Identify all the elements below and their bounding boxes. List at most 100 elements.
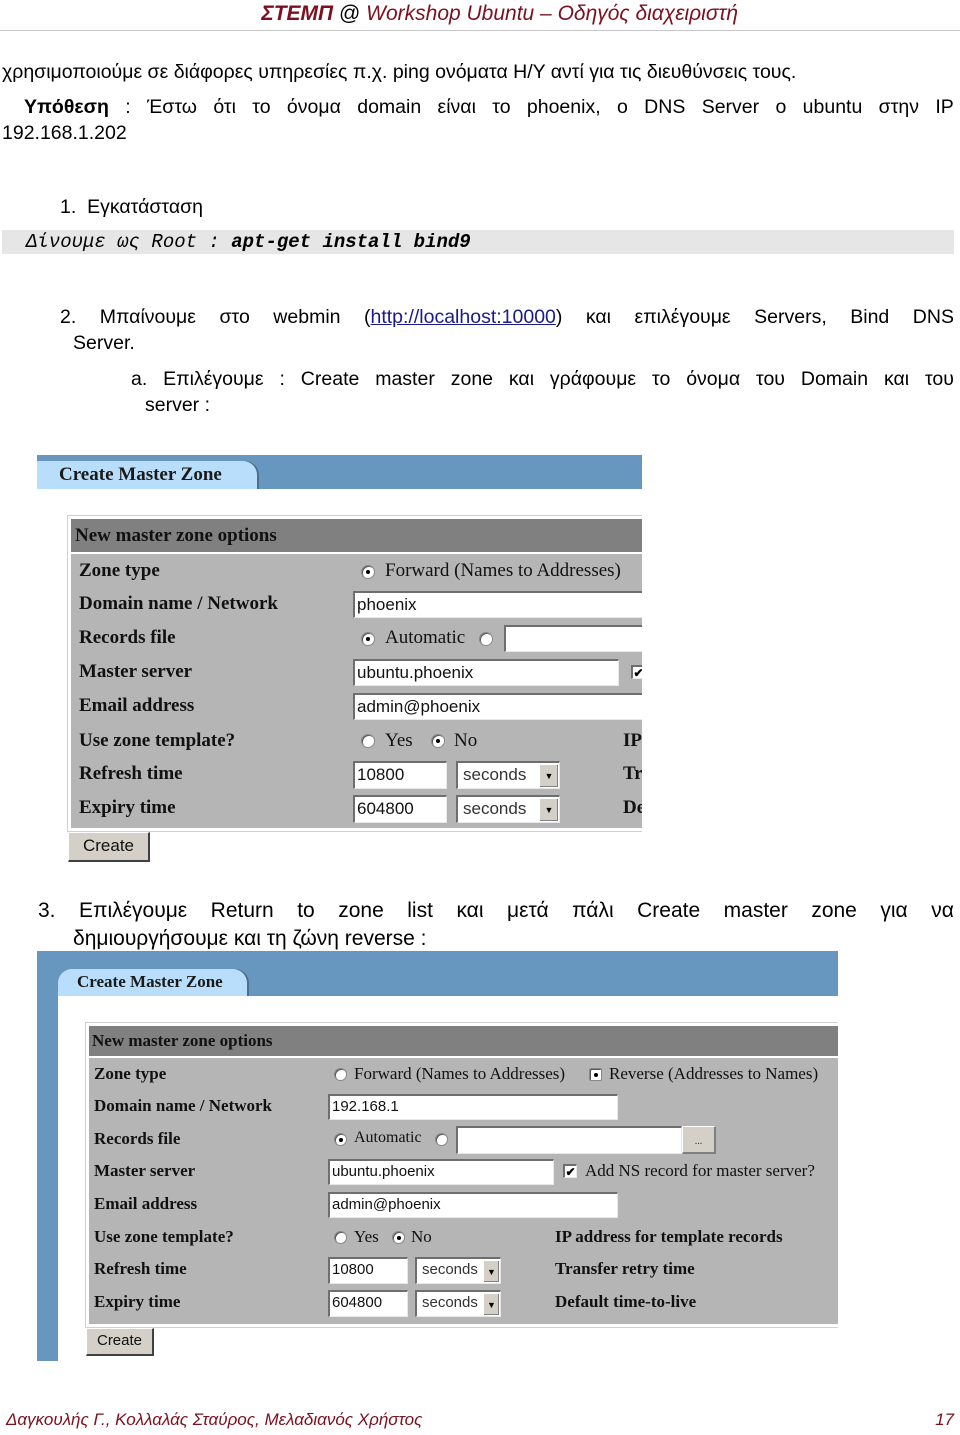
template-row: Use zone template? Yes No IP address for… <box>89 1221 838 1254</box>
refresh-unit-select[interactable]: seconds ▼ <box>415 1257 501 1284</box>
word: Domain <box>800 368 869 390</box>
section-title: New master zone options <box>92 1031 273 1050</box>
browse-button[interactable]: ... <box>682 1126 716 1154</box>
step2a-line1: a. Επιλέγουμε : Create master zone και γ… <box>131 366 954 392</box>
create-button[interactable]: Create <box>68 832 150 862</box>
webmin-link[interactable]: http://localhost:10000 <box>371 306 556 328</box>
zone-type-forward-label: Forward (Names to Addresses) <box>385 560 621 581</box>
page-header: ΣΤΕΜΠ @ Workshop Ubuntu – Οδηγός διαχειρ… <box>0 0 960 31</box>
email-input[interactable]: admin@phoenix <box>353 693 642 720</box>
zone-type-forward-radio[interactable] <box>334 1068 347 1081</box>
section-header: New master zone options <box>71 519 642 552</box>
chevron-down-icon: ▼ <box>483 1293 499 1315</box>
template-no-label: No <box>411 1227 432 1246</box>
page-footer: Δαγκουλής Γ., Κολλαλάς Σταύρος, Μελαδιαν… <box>0 1408 960 1432</box>
template-yes-radio[interactable] <box>334 1231 347 1244</box>
paren: ) <box>555 306 563 328</box>
word: στο <box>219 306 250 328</box>
domain-input[interactable]: phoenix <box>353 591 642 618</box>
word: στην <box>878 96 920 118</box>
word: Create <box>637 899 701 922</box>
refresh-unit-select[interactable]: seconds ▼ <box>456 761 560 789</box>
domain-label: Domain name / Network <box>94 1096 273 1115</box>
refresh-input[interactable]: 10800 <box>353 761 447 789</box>
master-server-input[interactable]: ubuntu.phoenix <box>353 659 619 686</box>
page-number: 17 <box>935 1410 954 1429</box>
word: to <box>297 899 315 922</box>
tab-create-master-zone[interactable]: Create Master Zone <box>58 969 247 996</box>
word: ο <box>775 96 787 118</box>
word: webmin <box>273 306 341 328</box>
word: και <box>585 306 612 328</box>
section-title: New master zone options <box>75 525 277 546</box>
transfer-retry-label: Tr <box>623 763 642 784</box>
word: ο <box>616 96 628 118</box>
expiry-row: Expiry time 604800 seconds ▼ De <box>71 792 642 826</box>
word: και <box>508 368 535 390</box>
chevron-down-icon: ▼ <box>539 764 558 787</box>
word: και <box>883 368 910 390</box>
word: μετά <box>507 899 549 922</box>
add-ns-checkbox[interactable]: ✔ <box>631 665 642 679</box>
email-label: Email address <box>94 1194 198 1213</box>
word: master <box>375 368 435 390</box>
step1-heading: 1. Εγκατάσταση <box>60 194 203 220</box>
create-button[interactable]: Create <box>86 1328 154 1356</box>
zone-options-panel: New master zone options Zone type Forwar… <box>67 515 642 832</box>
step2-line1: 2. Μπαίνουμε στο webmin (http://localhos… <box>60 304 954 330</box>
word: : <box>125 96 131 118</box>
email-input[interactable]: admin@phoenix <box>328 1192 618 1218</box>
hypothesis-ip: 192.168.1.202 <box>2 122 127 144</box>
records-file-custom-radio[interactable] <box>435 1133 448 1146</box>
tab-create-master-zone[interactable]: Create Master Zone <box>37 461 257 489</box>
records-file-input[interactable] <box>504 625 642 652</box>
header-at: @ <box>338 2 361 25</box>
template-yes-label: Yes <box>385 730 413 751</box>
word: Επιλέγουμε <box>79 899 188 922</box>
word: όνομα <box>286 96 341 118</box>
zone-options-panel: New master zone options Zone type Forwar… <box>85 1022 838 1328</box>
domain-row: Domain name / Network phoenix <box>71 588 642 622</box>
expiry-unit-select[interactable]: seconds ▼ <box>415 1290 501 1317</box>
code-block: Δίνουμε ως Root : apt-get install bind9 <box>2 230 954 254</box>
word: master <box>723 899 788 922</box>
master-server-label: Master server <box>79 661 193 682</box>
records-file-automatic-radio[interactable] <box>361 632 375 646</box>
hypothesis-line: Υπόθεση : Έστω ότι το όνομα domain είναι… <box>24 94 954 120</box>
master-server-row: Master server ubuntu.phoenix ✔ Add NS re… <box>89 1156 838 1188</box>
records-file-automatic-label: Automatic <box>385 627 466 648</box>
expiry-input[interactable]: 604800 <box>353 795 447 823</box>
zone-type-forward-label: Forward (Names to Addresses) <box>354 1064 566 1083</box>
records-file-automatic-radio[interactable] <box>334 1133 347 1146</box>
domain-input[interactable]: 192.168.1 <box>328 1094 618 1120</box>
step1-title: Εγκατάσταση <box>87 196 203 218</box>
word: IP <box>935 96 954 118</box>
expiry-input[interactable]: 604800 <box>328 1290 408 1317</box>
header-title: ΣΤΕΜΠ @ Workshop Ubuntu – Οδηγός διαχειρ… <box>261 2 738 26</box>
refresh-unit-value: seconds <box>463 765 527 784</box>
master-server-row: Master server ubuntu.phoenix ✔ <box>71 656 642 690</box>
template-no-radio[interactable] <box>392 1231 405 1244</box>
word: επιλέγουμε <box>634 306 731 328</box>
records-file-input[interactable] <box>456 1126 682 1154</box>
master-server-input[interactable]: ubuntu.phoenix <box>328 1159 554 1185</box>
template-row: Use zone template? Yes No IP <box>71 724 642 758</box>
records-file-custom-radio[interactable] <box>479 632 493 646</box>
email-row: Email address admin@phoenix <box>71 690 642 724</box>
refresh-input[interactable]: 10800 <box>328 1257 408 1284</box>
master-server-label: Master server <box>94 1161 196 1180</box>
template-ip-label: IP <box>623 730 642 751</box>
add-ns-checkbox[interactable]: ✔ <box>563 1164 577 1178</box>
zone-type-label: Zone type <box>94 1064 167 1083</box>
word: είναι <box>437 96 476 118</box>
template-label: Use zone template? <box>94 1227 234 1246</box>
refresh-value: 10800 <box>332 1261 374 1278</box>
template-no-radio[interactable] <box>431 734 445 748</box>
word: και <box>456 899 484 922</box>
template-yes-radio[interactable] <box>361 734 375 748</box>
zone-type-forward-radio[interactable] <box>361 565 375 579</box>
expiry-unit-select[interactable]: seconds ▼ <box>456 795 560 823</box>
default-ttl-label: Default time-to-live <box>555 1292 697 1311</box>
refresh-label: Refresh time <box>94 1259 187 1278</box>
zone-type-reverse-radio[interactable] <box>589 1068 602 1081</box>
